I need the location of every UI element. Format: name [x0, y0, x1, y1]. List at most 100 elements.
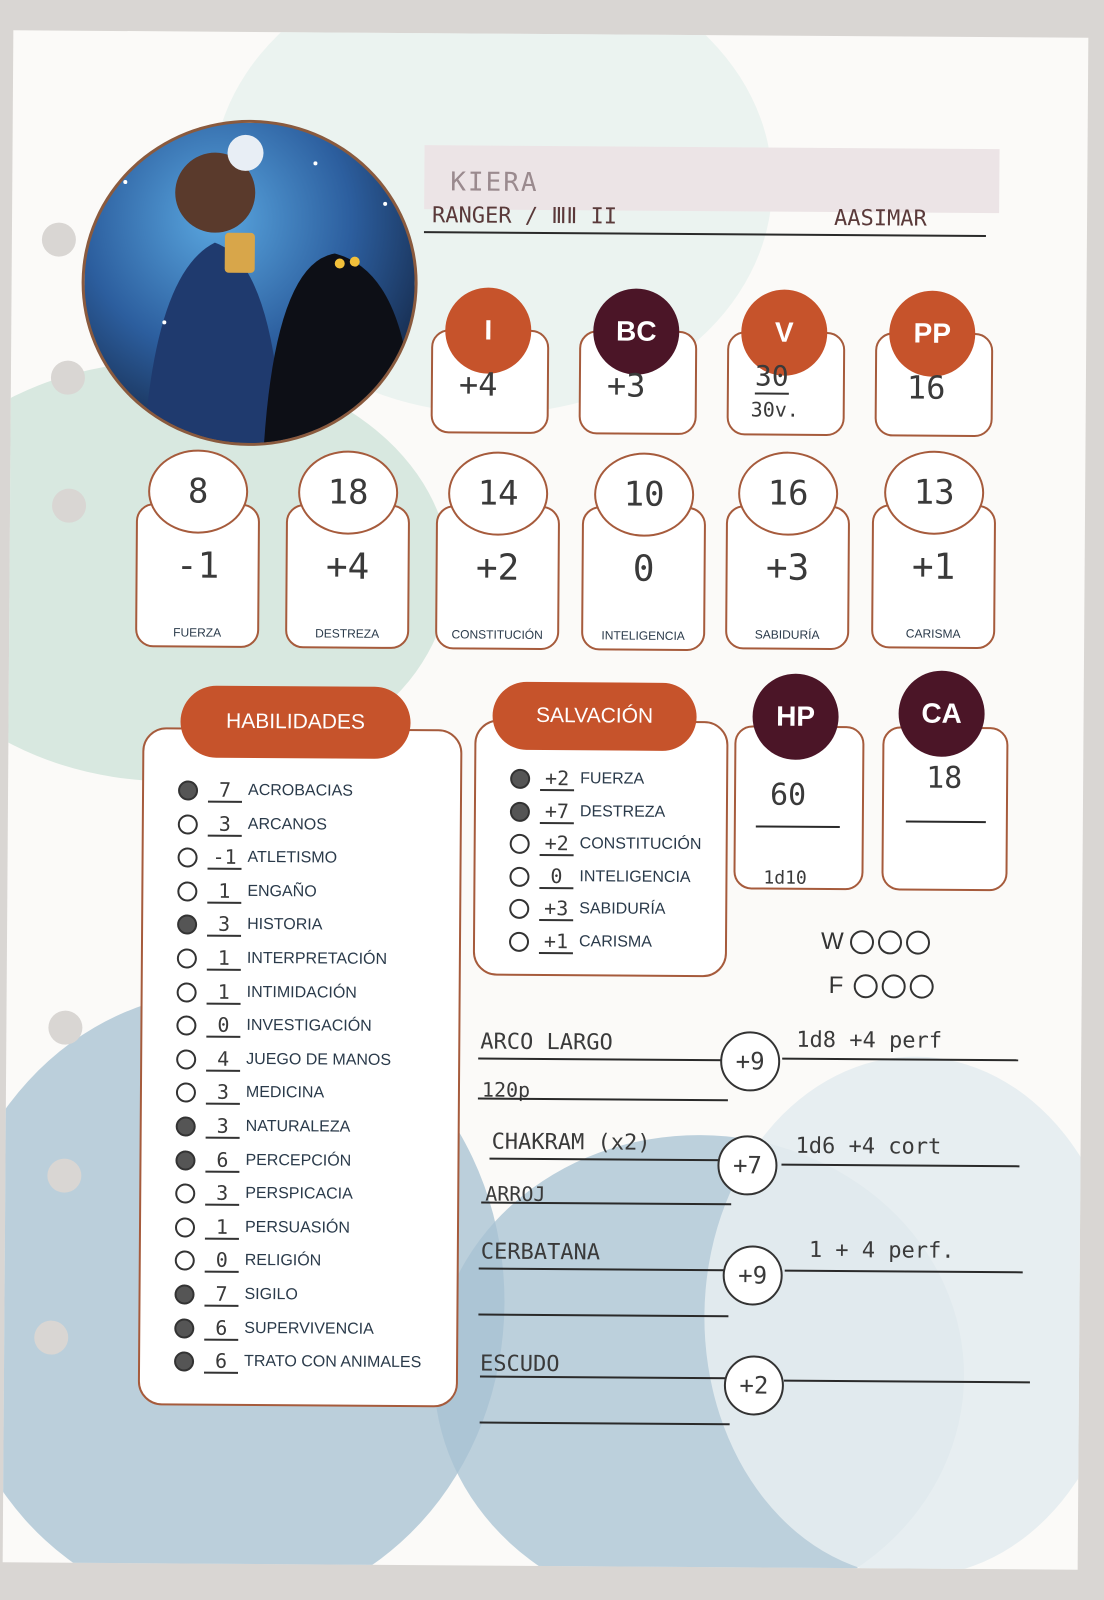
ability-score: 18: [297, 450, 399, 535]
save-name: SABIDURÍA: [579, 900, 666, 918]
ability-label: CONSTITUCIÓN: [451, 627, 543, 642]
skill-row: 3 NATURALEZA: [175, 1111, 351, 1142]
death-save-checkbox[interactable]: [853, 974, 878, 999]
skill-value: 3: [207, 811, 242, 837]
save-row: +7 DESTREZA: [509, 796, 666, 827]
initiative-label: I: [484, 314, 493, 346]
skill-name: PERSPICACIA: [245, 1185, 353, 1203]
proficiency-checkbox[interactable]: [174, 1318, 195, 1339]
proficiency-checkbox[interactable]: [175, 1082, 197, 1103]
proficiency-checkbox[interactable]: [509, 898, 530, 919]
death-save-checkbox[interactable]: [849, 930, 874, 955]
skill-name: INVESTIGACIÓN: [246, 1017, 372, 1035]
save-name: FUERZA: [580, 770, 645, 788]
weapon-damage: 1d8 +4 perf: [796, 1027, 943, 1054]
proficiency-checkbox[interactable]: [177, 780, 199, 801]
skill-name: INTERPRETACIÓN: [246, 949, 388, 968]
ca-value: 18: [926, 760, 963, 796]
skill-value: 3: [205, 1181, 240, 1207]
death-save-checkbox[interactable]: [881, 974, 906, 999]
death-saves-success: W: [821, 928, 934, 957]
save-row: +2 FUERZA: [510, 764, 644, 795]
proficiency-checkbox[interactable]: [177, 847, 198, 868]
weapon-damage: 1d6 +4 cort: [795, 1133, 942, 1160]
attack-bonus: +2: [723, 1355, 785, 1416]
proficiency-checkbox[interactable]: [174, 1351, 195, 1372]
ability-label: FUERZA: [173, 625, 222, 640]
skill-row: 1 PERSUASIÓN: [174, 1212, 350, 1243]
character-sheet: KIERA RANGER / ⅢⅡ II AASIMAR I +4 BC +3 …: [2, 30, 1089, 1570]
death-save-checkbox[interactable]: [905, 930, 930, 955]
skill-row: 0 INVESTIGACIÓN: [176, 1011, 372, 1042]
race: AASIMAR: [833, 206, 927, 232]
skill-value: 3: [207, 912, 242, 938]
proficiency-checkbox[interactable]: [174, 1250, 195, 1271]
proficiency-checkbox[interactable]: [510, 768, 531, 789]
speed-label: V: [774, 316, 794, 348]
death-saves-failure: F: [829, 972, 938, 1001]
proficiency-checkbox[interactable]: [508, 931, 530, 952]
skill-row: 3 PERSPICACIA: [175, 1179, 353, 1210]
skill-row: 3 ARCANOS: [177, 809, 327, 840]
ability-mod: +4: [325, 546, 370, 588]
passive-perception-label: PP: [913, 317, 952, 349]
proficiency-checkbox[interactable]: [175, 1183, 196, 1204]
skill-name: RELIGIÓN: [244, 1252, 322, 1270]
proficiency-checkbox[interactable]: [177, 881, 198, 902]
death-save-checkbox[interactable]: [909, 974, 934, 999]
save-value: +7: [539, 798, 575, 824]
speed-value-2: 30v.: [750, 397, 799, 422]
skill-row: 7 SIGILO: [174, 1279, 298, 1310]
ability-mod: +3: [765, 547, 810, 589]
character-name: KIERA: [450, 167, 539, 198]
hp-cap: HP: [752, 673, 839, 761]
hp-value: 60: [769, 777, 807, 813]
proficiency-checkbox[interactable]: [175, 1150, 196, 1171]
speed-value: 30: [754, 359, 789, 395]
proficiency-checkbox[interactable]: [509, 801, 530, 822]
skill-row: 1 INTERPRETACIÓN: [176, 943, 388, 974]
skill-value: 3: [205, 1114, 240, 1139]
skill-name: HISTORIA: [247, 916, 323, 934]
save-name: INTELIGENCIA: [579, 867, 691, 886]
proficiency-checkbox[interactable]: [174, 1284, 195, 1305]
save-row: 0 INTELIGENCIA: [509, 861, 691, 892]
skill-name: NATURALEZA: [245, 1117, 351, 1136]
skill-name: SIGILO: [244, 1285, 298, 1304]
proficiency-checkbox[interactable]: [509, 833, 530, 854]
character-portrait: [80, 118, 419, 448]
skill-name: ATLETISMO: [247, 849, 338, 867]
proficiency-checkbox[interactable]: [177, 814, 198, 835]
skill-row: 6 PERCEPCIÓN: [175, 1145, 351, 1176]
save-row: +2 CONSTITUCIÓN: [509, 829, 702, 860]
save-name: CONSTITUCIÓN: [579, 835, 702, 854]
proficiency-checkbox[interactable]: [176, 982, 197, 1003]
proficiency-checkbox[interactable]: [176, 948, 197, 969]
class-level: RANGER / ⅢⅡ II: [431, 203, 618, 230]
proficiency-checkbox[interactable]: [176, 1015, 197, 1036]
skill-name: PERCEPCIÓN: [245, 1151, 352, 1170]
death-save-checkbox[interactable]: [877, 930, 902, 955]
proficiency-checkbox[interactable]: [509, 866, 530, 887]
save-value: 0: [539, 864, 574, 889]
saves-title: SALVACIÓN: [492, 681, 697, 752]
punch-hole: [48, 1010, 83, 1045]
proficiency-checkbox[interactable]: [177, 914, 198, 935]
proficiency-checkbox[interactable]: [175, 1116, 196, 1137]
proficiency-label: BC: [615, 315, 657, 347]
skill-name: TRATO CON ANIMALES: [244, 1353, 422, 1372]
skill-name: MEDICINA: [245, 1084, 325, 1102]
skill-name: INTIMIDACIÓN: [246, 983, 357, 1002]
ability-score: 8: [147, 449, 249, 534]
skill-name: ENGAÑO: [247, 882, 317, 901]
proficiency-checkbox[interactable]: [174, 1217, 196, 1238]
proficiency-checkbox[interactable]: [176, 1049, 197, 1070]
skill-row: 7 ACROBACIAS: [177, 775, 353, 806]
save-value: +2: [540, 766, 575, 792]
ability-label: INTELIGENCIA: [601, 628, 685, 643]
skill-row: 4 JUEGO DE MANOS: [176, 1044, 391, 1075]
skill-name: SUPERVIVENCIA: [244, 1319, 374, 1338]
skill-name: PERSUASIÓN: [244, 1218, 350, 1237]
skill-value: 7: [207, 778, 243, 803]
ability-mod: +1: [911, 546, 956, 588]
